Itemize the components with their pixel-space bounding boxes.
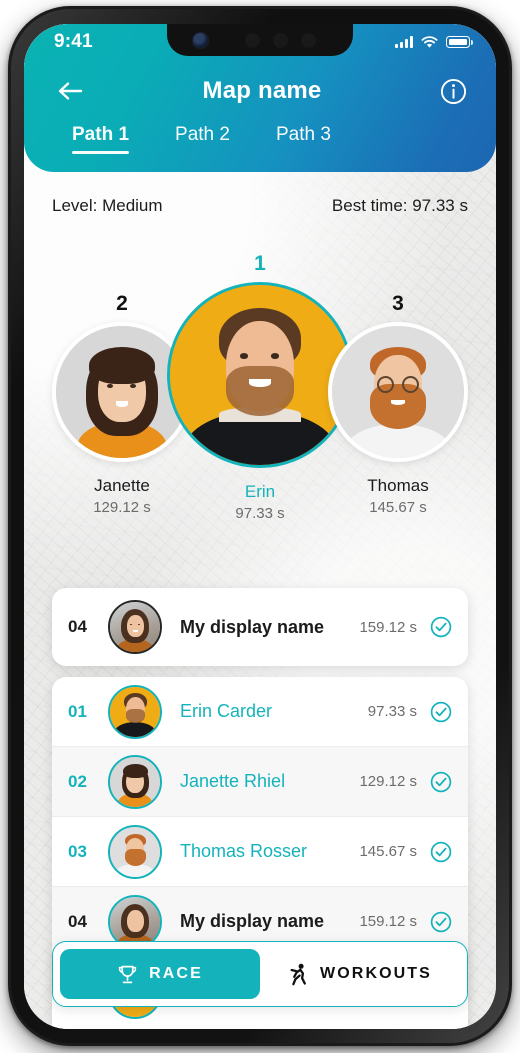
row-avatar xyxy=(108,824,162,879)
path-tabs: Path 1 Path 2 Path 3 xyxy=(24,124,496,172)
info-circle-icon[interactable] xyxy=(436,74,470,108)
check-circle-icon xyxy=(430,771,452,792)
podium-time-1: 97.33 s xyxy=(235,505,285,522)
row-name: My display name xyxy=(180,911,325,931)
tab-path-1[interactable]: Path 1 xyxy=(72,124,130,154)
row-time: 97.33 s xyxy=(367,703,417,720)
front-camera-icon xyxy=(193,33,208,48)
check-circle-icon xyxy=(430,841,452,862)
podium-rank-1: 1 xyxy=(254,252,266,275)
navigation-row: Map name xyxy=(24,60,496,122)
back-arrow-icon[interactable] xyxy=(54,74,88,108)
tab-workouts-label: WORKOUTS xyxy=(320,965,432,982)
map-meta-row: Level: Medium Best time: 97.33 s xyxy=(24,196,496,216)
best-time-label: Best time: 97.33 s xyxy=(331,196,468,215)
row-time: 145.67 s xyxy=(359,843,417,860)
podium-avatar-3 xyxy=(328,322,468,462)
table-row[interactable]: 02 Janette Rhiel 129.12 s xyxy=(52,747,468,817)
notch-sensor-icon xyxy=(301,33,316,48)
tab-race-label: RACE xyxy=(149,965,203,982)
check-circle-icon xyxy=(430,911,452,932)
status-bar-clock: 9:41 xyxy=(54,31,93,52)
row-rank: 04 xyxy=(68,911,87,931)
battery-icon xyxy=(446,36,473,48)
phone-screen: 9:41 Map name Path 1 Path 2 Path 3 Level… xyxy=(24,24,496,1029)
podium-rank-3: 3 xyxy=(392,292,404,315)
signal-bars-icon xyxy=(395,36,413,48)
page-title: Map name xyxy=(202,77,322,104)
notch-sensor-icon xyxy=(245,33,260,48)
row-name: Janette Rhiel xyxy=(180,771,286,791)
row-avatar xyxy=(108,684,162,739)
podium-entry-3[interactable]: 3 Thomas 145.67 s xyxy=(328,292,468,516)
device-notch xyxy=(167,24,353,56)
table-row[interactable]: 01 Erin Carder 97.33 s xyxy=(52,677,468,747)
podium-name-3: Thomas xyxy=(367,476,429,495)
row-rank: 01 xyxy=(68,701,87,721)
tab-path-2[interactable]: Path 2 xyxy=(175,124,230,154)
table-row[interactable]: 03 Thomas Rosser 145.67 s xyxy=(52,817,468,887)
pinned-time: 159.12 s xyxy=(359,618,417,636)
tab-race[interactable]: RACE xyxy=(60,949,260,999)
podium-avatar-1 xyxy=(167,282,353,468)
pinned-rank: 04 xyxy=(68,617,87,636)
row-time: 129.12 s xyxy=(359,773,417,790)
leaderboard-pinned-row[interactable]: 04 My display name 159.12 s xyxy=(52,588,468,666)
tab-path-3[interactable]: Path 3 xyxy=(276,124,331,154)
row-rank: 02 xyxy=(68,771,87,791)
check-circle-icon xyxy=(430,616,452,638)
podium: 2 Janette 129.12 s 1 Erin 97.33 s 3 Thom… xyxy=(24,244,496,564)
row-avatar xyxy=(108,754,162,809)
notch-sensor-icon xyxy=(273,33,288,48)
check-circle-icon xyxy=(430,701,452,722)
row-rank: 03 xyxy=(68,841,87,861)
podium-name-1: Erin xyxy=(244,482,276,501)
row-time: 159.12 s xyxy=(359,913,417,930)
tab-workouts[interactable]: WORKOUTS xyxy=(260,949,460,999)
status-bar-icons xyxy=(395,35,473,49)
bottom-tab-bar: RACE WORKOUTS xyxy=(52,941,468,1007)
row-name: Erin Carder xyxy=(180,701,273,721)
pinned-avatar xyxy=(108,600,162,654)
running-person-icon xyxy=(290,963,306,985)
pinned-name: My display name xyxy=(180,616,325,637)
wifi-icon xyxy=(421,35,438,48)
podium-time-3: 145.67 s xyxy=(369,499,427,516)
trophy-icon xyxy=(118,965,137,983)
row-name: Thomas Rosser xyxy=(180,841,308,861)
level-label: Level: Medium xyxy=(52,196,163,215)
podium-entry-1[interactable]: 1 Erin 97.33 s xyxy=(167,252,353,522)
